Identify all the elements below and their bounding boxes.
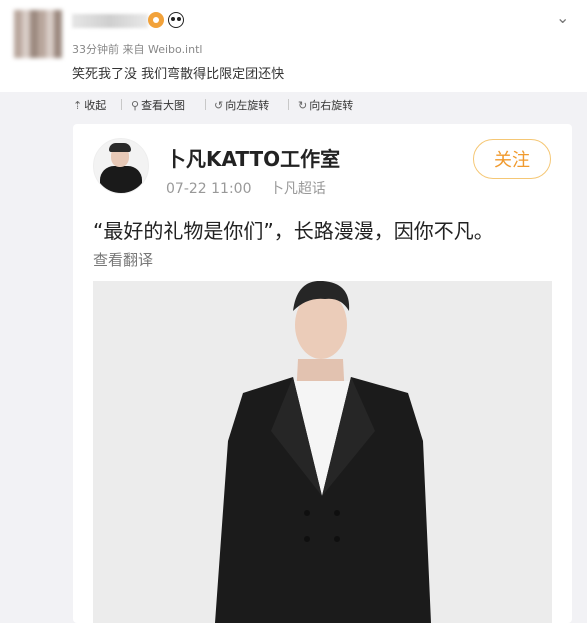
follow-button[interactable]: 关注 <box>473 139 551 179</box>
collapse-label: 收起 <box>84 99 107 112</box>
member-badge-icon <box>148 12 164 28</box>
repost-card: 卜凡KATTO工作室 07-22 11:00 卜凡超话 关注 “最好的礼物是你们… <box>73 124 572 623</box>
rotate-left-icon: ↺ <box>214 98 224 112</box>
translate-link[interactable]: 查看翻译 <box>93 249 153 270</box>
rotate-right-label: 向右旋转 <box>309 99 354 112</box>
image-toolbar: ⇡ 收起 ⚲ 查看大图 ↺ 向左旋转 ↻ 向右旋转 <box>0 92 587 118</box>
author-name[interactable]: 卜凡KATTO工作室 <box>166 143 340 172</box>
view-large-button[interactable]: ⚲ 查看大图 <box>131 97 185 113</box>
rotate-left-label: 向左旋转 <box>225 99 270 112</box>
view-large-label: 查看大图 <box>141 99 186 112</box>
post-meta: 33分钟前 来自 Weibo.intl <box>72 43 203 56</box>
arrow-up-icon: ⇡ <box>73 98 83 112</box>
repost-meta: 07-22 11:00 卜凡超话 <box>166 178 326 198</box>
panda-badge-icon <box>168 12 184 28</box>
repost-photo[interactable] <box>93 281 552 623</box>
divider <box>288 99 289 110</box>
repost-time[interactable]: 07-22 11:00 <box>166 181 251 197</box>
collapse-button[interactable]: ⇡ 收起 <box>73 97 106 113</box>
rotate-right-icon: ↻ <box>298 98 308 112</box>
repost-source[interactable]: 卜凡超话 <box>270 181 326 197</box>
magnifier-icon: ⚲ <box>131 98 140 112</box>
post-text: 笑死我了没 我们弯散得比限定团还快 <box>72 67 285 82</box>
post-header: ⌄ 33分钟前 来自 Weibo.intl 笑死我了没 我们弯散得比限定团还快 <box>0 0 587 92</box>
repost-text: “最好的礼物是你们”，长路漫漫，因你不凡。 <box>93 219 494 243</box>
user-avatar[interactable] <box>14 10 62 58</box>
author-avatar[interactable] <box>93 138 149 194</box>
rotate-left-button[interactable]: ↺ 向左旋转 <box>214 97 269 113</box>
divider <box>205 99 206 110</box>
man-in-suit-image <box>93 281 552 623</box>
repost-area: ⇡ 收起 ⚲ 查看大图 ↺ 向左旋转 ↻ 向右旋转 卜凡KATTO工作室 07-… <box>0 92 587 623</box>
divider <box>121 99 122 110</box>
username-blurred[interactable] <box>72 14 148 28</box>
chevron-down-icon[interactable]: ⌄ <box>556 8 569 27</box>
rotate-right-button[interactable]: ↻ 向右旋转 <box>298 97 353 113</box>
